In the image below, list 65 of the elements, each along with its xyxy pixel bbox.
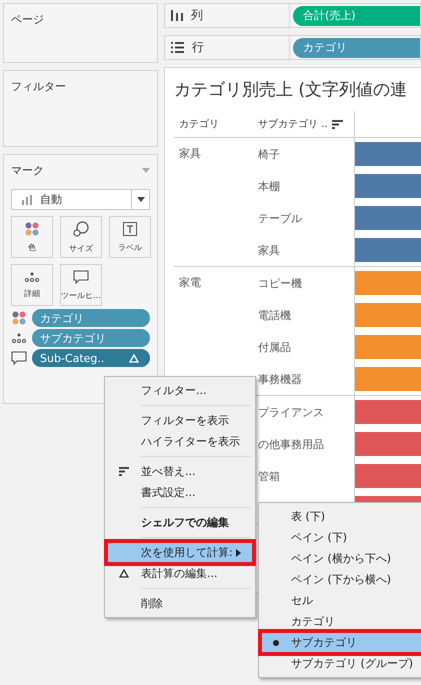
dropdown-icon [136, 197, 144, 202]
subcategory-label: 付属品 [258, 340, 291, 354]
subcategory-label: 管箱 [258, 468, 280, 484]
menu-item[interactable]: フィルターを表示 [107, 410, 253, 431]
delta-icon [119, 569, 129, 578]
menu-item[interactable]: シェルフでの編集 [107, 512, 253, 533]
shelf-label: 列 [191, 7, 203, 24]
field-pill[interactable]: Sub-Categ.. [32, 349, 150, 367]
shelf-label: 行 [192, 39, 204, 56]
mark-size-button[interactable]: サイズ [60, 216, 102, 258]
category-label: 家電 [179, 276, 201, 289]
dots-icon [25, 272, 39, 282]
bar-chart-icon [22, 194, 34, 204]
mark-tooltip-button[interactable]: ツールヒ… [60, 264, 102, 306]
menu-item[interactable]: ペイン (横から下へ) [261, 548, 421, 569]
subcategory-label: 電話機 [258, 308, 291, 322]
mark-type-text: 自動 [40, 192, 62, 207]
card-title: フィルター [11, 79, 67, 94]
mark-type-dropdown[interactable]: 自動 [11, 189, 150, 210]
dots-icon [11, 311, 27, 325]
card-title: ページ [11, 12, 45, 27]
menu-item[interactable]: 書式設定... [107, 482, 253, 503]
viz-title: カテゴリ別売上 (文字列値の連 [174, 79, 408, 101]
mark-detail-button[interactable]: 詳細 [11, 264, 53, 306]
circles-icon [73, 220, 89, 236]
column-header[interactable]: サブカテゴリ .. [258, 117, 328, 131]
subcategory-label: テーブル [258, 210, 302, 226]
dropdown-icon [142, 168, 150, 173]
menu-item[interactable]: ハイライターを表示 [107, 431, 253, 452]
bullet-icon [273, 640, 279, 646]
menu-item[interactable]: 表 (下) [261, 506, 421, 527]
menu-item[interactable]: カテゴリ [261, 611, 421, 632]
dots-icon [11, 333, 27, 343]
menu-item[interactable]: フィルター... [107, 380, 253, 401]
subcategory-label: の他事務用品 [258, 436, 324, 452]
subcategory-label: 椅子 [258, 146, 280, 162]
menu-item[interactable]: 次を使用して計算: [107, 542, 253, 563]
subcategory-label: 家具 [258, 242, 280, 258]
menu-item[interactable]: 並べ替え... [107, 461, 253, 482]
subcategory-label: 本棚 [258, 178, 280, 194]
menu-item[interactable]: 表計算の編集... [107, 563, 253, 584]
subcategory-label: プライアンス [258, 404, 324, 420]
menu-item[interactable]: ペイン (下) [261, 527, 421, 548]
mark-label-button[interactable]: ラベル [109, 216, 151, 258]
column-header[interactable]: カテゴリ [174, 117, 258, 131]
columns-icon [171, 10, 183, 21]
text-icon [123, 222, 137, 236]
menu-item[interactable]: サブカテゴリ [261, 632, 421, 653]
rows-icon [171, 42, 184, 53]
menu-item[interactable]: 削除 [107, 593, 253, 614]
menu-item[interactable]: サブカテゴリ (グループ) [261, 653, 421, 674]
delta-icon [126, 354, 142, 362]
menu-item[interactable]: セル [261, 590, 421, 611]
submenu-arrow-icon [236, 548, 241, 556]
menu-item[interactable]: ペイン (下から横へ) [261, 569, 421, 590]
mark-color-button[interactable]: 色 [11, 216, 53, 258]
speech-bubble-icon [73, 270, 89, 284]
subcategory-label: 事務機器 [258, 372, 302, 386]
category-label: 家具 [179, 147, 201, 160]
sort-icon [119, 467, 129, 476]
sort-icon [332, 120, 343, 128]
subcategory-label: コピー機 [258, 276, 302, 290]
dots-icon [25, 222, 39, 236]
card-title: マーク [11, 163, 44, 178]
speech-bubble-icon [11, 351, 27, 365]
